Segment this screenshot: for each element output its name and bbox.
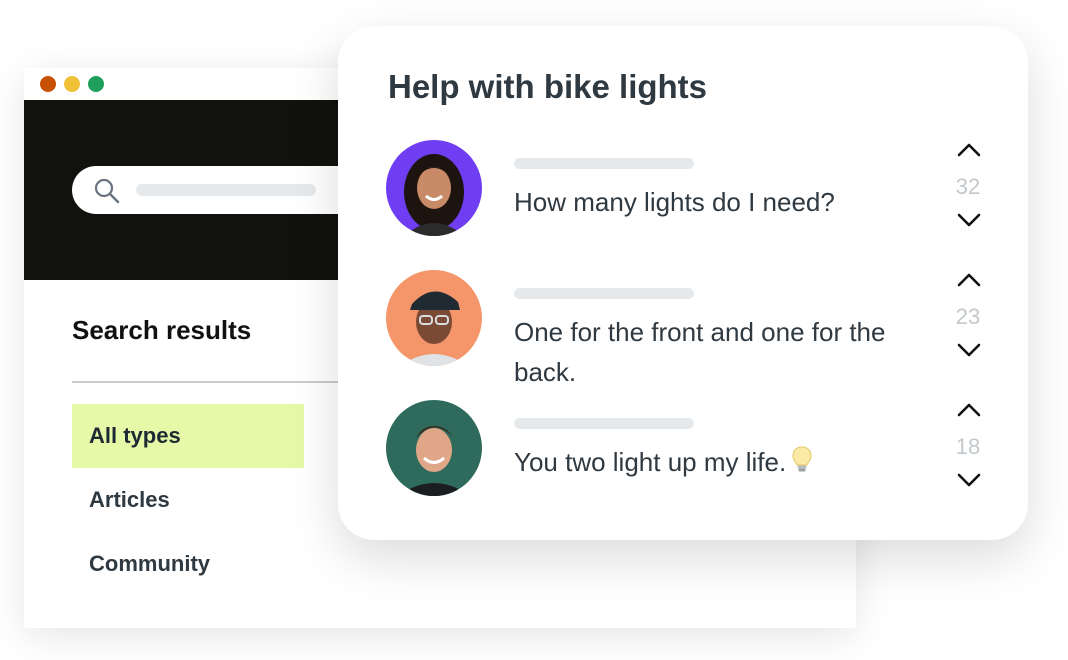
vote-control: 32 <box>942 138 994 248</box>
author-name-bar <box>514 418 694 429</box>
post-item: How many lights do I need? 32 <box>386 138 996 248</box>
vote-control: 18 <box>942 398 994 508</box>
vote-count: 32 <box>955 174 981 199</box>
avatar[interactable] <box>386 400 482 496</box>
vote-control: 23 <box>942 268 994 378</box>
vote-count: 18 <box>955 434 981 459</box>
close-window-button[interactable] <box>40 76 56 92</box>
chevron-down-icon[interactable] <box>956 212 982 230</box>
discussion-card: Help with bike lights How many lights do… <box>338 26 1028 540</box>
post-text: One for the front and one for the back. <box>514 317 886 387</box>
search-results-title: Search results <box>72 315 252 345</box>
card-title: Help with bike lights <box>388 68 708 105</box>
post-item: One for the front and one for the back. … <box>386 268 996 387</box>
filter-community[interactable]: Community <box>72 532 304 596</box>
post-text-content: You two light up my life. <box>514 447 787 477</box>
chevron-up-icon[interactable] <box>956 400 982 418</box>
filter-articles[interactable]: Articles <box>72 468 304 532</box>
maximize-window-button[interactable] <box>88 76 104 92</box>
filter-all-types[interactable]: All types <box>72 404 304 468</box>
search-input[interactable] <box>72 166 372 214</box>
minimize-window-button[interactable] <box>64 76 80 92</box>
chevron-down-icon[interactable] <box>956 472 982 490</box>
chevron-down-icon[interactable] <box>956 342 982 360</box>
search-icon <box>94 178 120 204</box>
post-item: You two light up my life. 18 <box>386 398 996 508</box>
search-placeholder-bar <box>136 184 316 196</box>
post-text: How many lights do I need? <box>514 187 835 217</box>
author-name-bar <box>514 158 694 169</box>
post-text: You two light up my life. <box>514 442 914 482</box>
chevron-up-icon[interactable] <box>956 270 982 288</box>
author-name-bar <box>514 288 694 299</box>
avatar[interactable] <box>386 270 482 366</box>
lightbulb-icon <box>792 446 812 472</box>
avatar[interactable] <box>386 140 482 236</box>
vote-count: 23 <box>955 304 981 329</box>
chevron-up-icon[interactable] <box>956 140 982 158</box>
